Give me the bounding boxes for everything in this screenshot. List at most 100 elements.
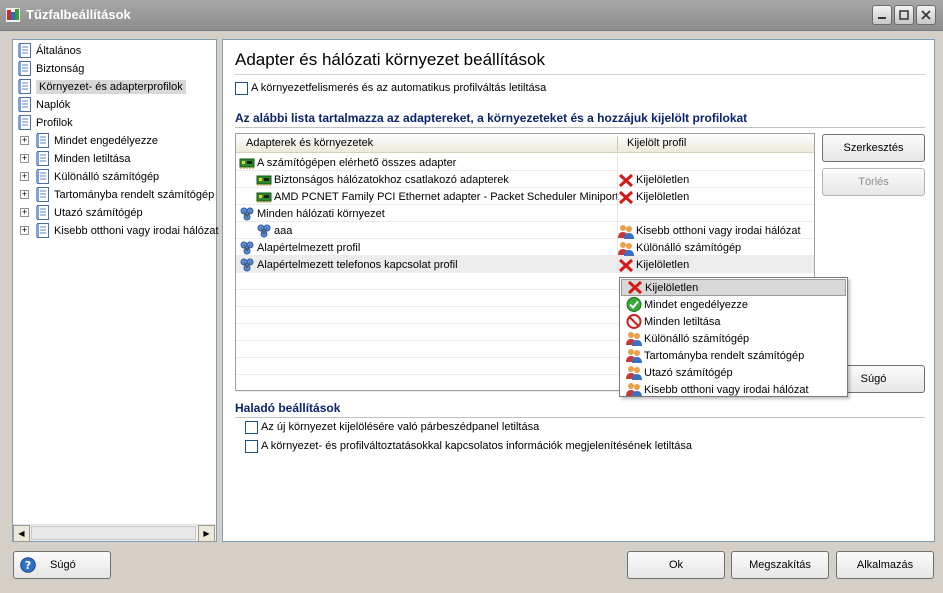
expand-icon[interactable]: + [20, 154, 29, 163]
network-adapter-icon [256, 190, 272, 204]
tree-item[interactable]: + Utazó számítógép [20, 204, 143, 221]
new-environment-dialog-checkbox[interactable] [245, 421, 258, 434]
green-check-icon [626, 297, 642, 312]
dropdown-option-label: Különálló számítógép [644, 332, 750, 345]
tree-item[interactable]: + Tartományba rendelt számítógép [20, 186, 215, 203]
profile-dropdown[interactable]: Kijelöletlen Mindet engedélyezze Minden le… [619, 277, 848, 397]
row-name-cell: Minden hálózati környezet [239, 206, 385, 221]
dropdown-option-label: Utazó számítógép [644, 366, 733, 379]
dropdown-option[interactable]: Mindet engedélyezze [621, 296, 846, 313]
change-info-checkbox[interactable] [245, 440, 258, 453]
tree-item-label: Profilok [36, 116, 73, 129]
close-button[interactable] [916, 5, 936, 25]
scroll-right-button[interactable]: ▶ [198, 525, 215, 542]
tree-item-label: Mindet engedélyezze [54, 134, 158, 147]
expand-icon[interactable]: + [20, 208, 29, 217]
users-icon [626, 331, 642, 346]
document-icon [36, 169, 50, 184]
help-icon: ? [20, 557, 36, 573]
expand-icon[interactable]: + [20, 136, 29, 145]
network-adapter-icon [239, 156, 255, 170]
row-name-cell: aaa [256, 223, 292, 238]
edit-button[interactable]: Szerkesztés [822, 134, 925, 162]
list-row[interactable]: aaa Kisebb otthoni vagy irodai hálózat [236, 222, 814, 239]
scroll-thumb[interactable] [31, 526, 196, 540]
ok-button[interactable]: Ok [627, 551, 725, 579]
row-profile-cell[interactable]: Kijelöletlen [618, 257, 689, 272]
row-profile-cell[interactable]: Különálló számítógép [618, 240, 742, 256]
network-environment-icon [239, 241, 255, 255]
dropdown-option[interactable]: Kijelöletlen [621, 279, 846, 296]
help-label: Súgó [50, 559, 76, 571]
list-row[interactable]: Biztonságos hálózatokhoz csatlakozó adap… [236, 171, 814, 188]
network-environment-icon [256, 224, 272, 238]
window-title: Tűzfalbeállítások [26, 7, 131, 22]
document-icon [36, 133, 50, 148]
row-profile-cell[interactable]: Kijelöletlen [618, 189, 689, 204]
cancel-button[interactable]: Megszakítás [731, 551, 829, 579]
users-icon [618, 241, 634, 256]
tree-item[interactable]: + Minden letiltása [20, 150, 130, 167]
tree-item-label: Kisebb otthoni vagy irodai hálózat [54, 224, 219, 237]
tree-item-label: Tartományba rendelt számítógép [54, 188, 215, 201]
expand-icon[interactable]: + [20, 226, 29, 235]
help-button[interactable]: ? Súgó [13, 551, 111, 579]
red-x-icon [618, 173, 634, 187]
list-section-divider [235, 127, 925, 128]
row-profile: Kijelöletlen [636, 190, 690, 203]
dropdown-option[interactable]: Tartományba rendelt számítógép [621, 347, 846, 364]
change-info-label: A környezet- és profilváltoztatásokkal k… [261, 440, 693, 452]
tree-horizontal-scrollbar[interactable]: ◀ ▶ [13, 524, 216, 542]
dropdown-option-label: Tartományba rendelt számítógép [644, 349, 805, 362]
document-icon [18, 97, 32, 112]
tree-item[interactable]: Profilok [18, 114, 73, 131]
advanced-divider [235, 417, 925, 418]
expand-icon[interactable]: + [20, 190, 29, 199]
column-header-adapters[interactable]: Adapterek és környezetek [246, 137, 373, 149]
row-profile-cell[interactable]: Kijelöletlen [618, 172, 689, 187]
list-row[interactable]: AMD PCNET Family PCI Ethernet adapter - … [236, 188, 814, 205]
tree-item[interactable]: + Különálló számítógép [20, 168, 160, 185]
dropdown-option[interactable]: Minden letiltása [621, 313, 846, 330]
avg-app-icon [6, 8, 20, 22]
auto-detect-checkbox[interactable] [235, 82, 248, 95]
document-icon [36, 187, 50, 202]
red-x-icon [627, 280, 643, 295]
column-header-profile[interactable]: Kijelölt profil [627, 137, 686, 149]
list-row[interactable]: Alapértelmezett profil Különálló számítóg… [236, 239, 814, 256]
tree-item[interactable]: Biztonság [18, 60, 84, 77]
dropdown-option[interactable]: Utazó számítógép [621, 364, 846, 381]
apply-button[interactable]: Alkalmazás [836, 551, 934, 579]
tree-item-label: Biztonság [36, 62, 85, 75]
tree-item-label: Különálló számítógép [54, 170, 160, 183]
delete-button[interactable]: Törlés [822, 168, 925, 196]
column-separator[interactable] [617, 136, 618, 151]
scroll-left-button[interactable]: ◀ [13, 525, 30, 542]
settings-tree[interactable]: Általános Biztonság Környezet- és adapterp… [12, 39, 219, 542]
minimize-icon [878, 17, 886, 19]
row-profile-cell[interactable]: Kisebb otthoni vagy irodai hálózat [618, 223, 801, 239]
dropdown-option[interactable]: Kisebb otthoni vagy irodai hálózat [621, 381, 846, 396]
tree-item[interactable]: + Mindet engedélyezze [20, 132, 158, 149]
dropdown-option[interactable]: Különálló számítógép [621, 330, 846, 347]
list-row[interactable]: Alapértelmezett telefonos kapcsolat prof… [236, 256, 814, 273]
tree-item-label: Naplók [36, 98, 71, 111]
tree-item[interactable]: Környezet- és adapterprofilok [18, 78, 186, 95]
expand-icon[interactable]: + [20, 172, 29, 181]
row-profile: Kijelöletlen [636, 258, 690, 271]
minimize-button[interactable] [872, 5, 892, 25]
document-icon [36, 223, 50, 238]
maximize-button[interactable] [894, 5, 914, 25]
row-name: Biztonságos hálózatokhoz csatlakozó adap… [274, 173, 509, 186]
row-profile: Különálló számítógép [636, 241, 742, 254]
list-row[interactable]: Minden hálózati környezet [236, 205, 814, 222]
row-profile: Kisebb otthoni vagy irodai hálózat [636, 224, 801, 237]
dropdown-option-label: Minden letiltása [644, 315, 721, 328]
svg-text:?: ? [25, 559, 31, 572]
tree-item[interactable]: Naplók [18, 96, 70, 113]
tree-item[interactable]: + Kisebb otthoni vagy irodai hálózat [20, 222, 219, 239]
users-icon [618, 224, 634, 239]
tree-item[interactable]: Általános [18, 42, 81, 59]
list-row[interactable]: A számítógépen elérhető összes adapter [236, 154, 814, 171]
red-x-icon [618, 258, 634, 272]
